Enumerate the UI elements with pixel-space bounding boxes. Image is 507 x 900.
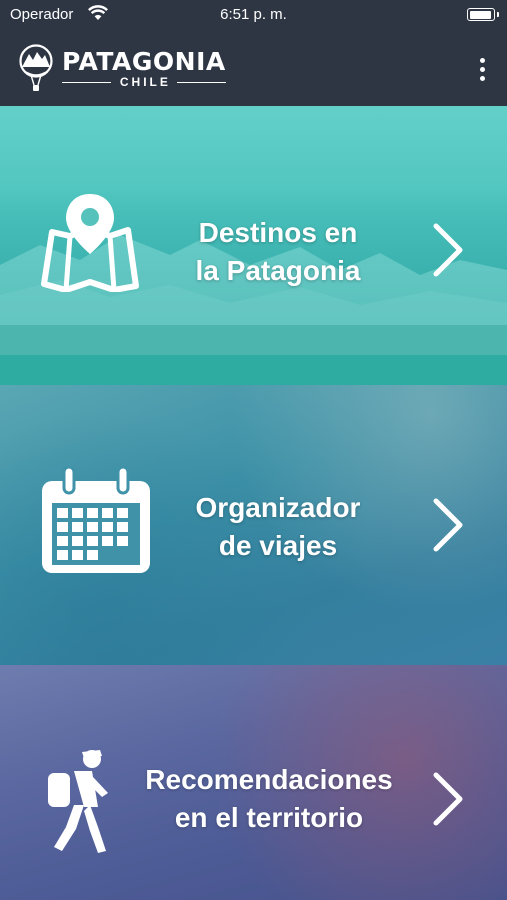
chevron-right-icon [433,223,463,277]
hiker-icon [48,750,108,853]
recomendaciones-label-line2: en el territorio [174,802,364,833]
logo-subtitle: CHILE [119,75,171,89]
destinos-label-line1: Destinos en [198,217,358,248]
organizador-label-line2: de viajes [218,530,338,561]
logo-divider [62,81,111,84]
vertical-ellipsis-icon [479,66,485,72]
battery-icon [467,8,499,21]
chevron-right-icon [433,772,463,826]
organizador-label: Organizador de viajes [168,489,388,565]
recomendaciones-tile[interactable]: Recomendaciones en el territorio [0,665,507,900]
status-time: 6:51 p. m. [220,6,287,23]
destinos-label-line2: la Patagonia [195,255,361,286]
organizador-label-line1: Organizador [195,492,361,523]
recomendaciones-label: Recomendaciones en el territorio [128,761,410,837]
calendar-icon [42,467,150,573]
vertical-ellipsis-icon [479,57,485,63]
balloon-mountain-logo-icon [19,44,53,91]
recomendaciones-label-line1: Recomendaciones [145,764,393,795]
destinos-tile[interactable]: Destinos en la Patagonia [0,106,507,385]
app-header: PATAGONIA CHILE [0,30,507,106]
destinos-label: Destinos en la Patagonia [168,214,388,290]
chevron-right-icon [433,498,463,552]
logo-divider [176,81,226,84]
status-bar: Operador 6:51 p. m. [0,0,507,30]
logo-title: PATAGONIA [62,47,226,76]
vertical-ellipsis-icon [479,75,485,81]
logo: PATAGONIA CHILE [18,44,226,94]
map-pin-icon [41,194,139,292]
organizador-tile[interactable]: Organizador de viajes [0,385,507,665]
more-options-button[interactable] [471,54,493,84]
